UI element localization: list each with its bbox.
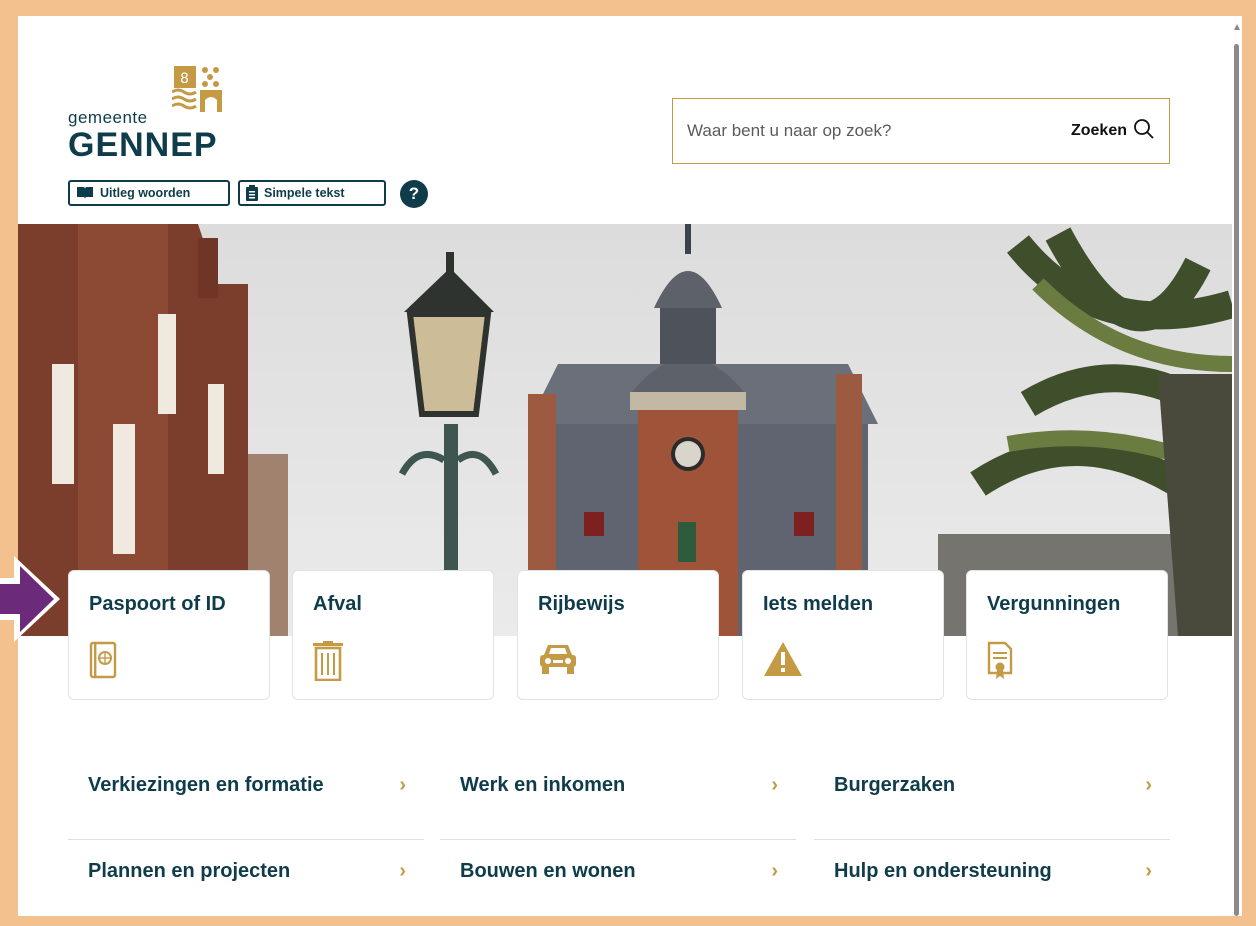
scrollbar-thumb[interactable]: [1234, 44, 1239, 916]
search-input[interactable]: [673, 98, 1071, 164]
chevron-right-icon: ›: [1145, 774, 1152, 796]
tile-title: Iets melden: [763, 593, 874, 615]
clipboard-icon: [246, 185, 258, 201]
passport-icon: [89, 641, 117, 684]
chevron-right-icon: ›: [771, 774, 778, 796]
coat-of-arms-icon: 8: [171, 66, 226, 119]
logo-text-small: gemeente: [68, 108, 148, 127]
tile-paspoort-of-id[interactable]: Paspoort of ID: [68, 570, 270, 700]
browser-viewport: 8 gemeente GENNEP Uitleg woorden Simpele…: [18, 16, 1232, 916]
nav-item-bouwen-en-wonen[interactable]: Bouwen en wonen ›: [440, 842, 796, 916]
nav-item-label: Bouwen en wonen: [460, 860, 636, 882]
tile-title: Rijbewijs: [538, 593, 625, 615]
vertical-scrollbar[interactable]: [1232, 16, 1242, 916]
logo-text-big: GENNEP: [68, 126, 218, 164]
gemeente-gennep-logo[interactable]: 8 gemeente GENNEP: [68, 66, 248, 176]
car-icon: [538, 641, 578, 680]
nav-item-label: Plannen en projecten: [88, 860, 291, 882]
tile-vergunningen[interactable]: Vergunningen: [966, 570, 1168, 700]
nav-item-label: Burgerzaken: [834, 774, 956, 796]
tile-afval[interactable]: Afval: [292, 570, 494, 700]
search-icon: [1127, 118, 1155, 145]
simple-text-button[interactable]: Simpele tekst: [238, 180, 386, 206]
chevron-right-icon: ›: [1145, 860, 1152, 882]
scroll-up-arrow-icon[interactable]: [1234, 24, 1240, 30]
explain-words-button[interactable]: Uitleg woorden: [68, 180, 230, 206]
nav-item-label: Werk en inkomen: [460, 774, 626, 796]
tile-title: Afval: [313, 593, 362, 615]
simple-text-label: Simpele tekst: [264, 186, 345, 200]
tile-iets-melden[interactable]: Iets melden: [742, 570, 944, 700]
search-button[interactable]: Zoeken: [1071, 118, 1169, 145]
pointer-arrow-icon: [0, 556, 62, 642]
certificate-icon: [987, 641, 1013, 686]
search-button-label: Zoeken: [1070, 122, 1127, 139]
help-button[interactable]: ?: [400, 180, 428, 208]
trash-bin-icon: [313, 641, 343, 686]
nav-item-label: Hulp en ondersteuning: [834, 860, 1052, 882]
tile-title: Vergunningen: [987, 593, 1121, 615]
nav-item-werk-en-inkomen[interactable]: Werk en inkomen ›: [440, 756, 796, 840]
nav-item-label: Verkiezingen en formatie: [88, 774, 324, 796]
search-bar: Zoeken: [672, 98, 1170, 164]
nav-item-hulp-en-ondersteuning[interactable]: Hulp en ondersteuning ›: [814, 842, 1170, 916]
chevron-right-icon: ›: [399, 774, 406, 796]
chevron-right-icon: ›: [771, 860, 778, 882]
svg-text:8: 8: [180, 71, 189, 87]
nav-item-plannen-en-projecten[interactable]: Plannen en projecten ›: [68, 842, 424, 916]
warning-icon: [763, 641, 803, 682]
explain-words-label: Uitleg woorden: [100, 186, 191, 200]
nav-item-burgerzaken[interactable]: Burgerzaken ›: [814, 756, 1170, 840]
chevron-right-icon: ›: [399, 860, 406, 882]
tile-rijbewijs[interactable]: Rijbewijs: [517, 570, 719, 700]
book-icon: [76, 186, 94, 200]
tile-title: Paspoort of ID: [89, 593, 226, 615]
nav-item-verkiezingen[interactable]: Verkiezingen en formatie ›: [68, 756, 424, 840]
